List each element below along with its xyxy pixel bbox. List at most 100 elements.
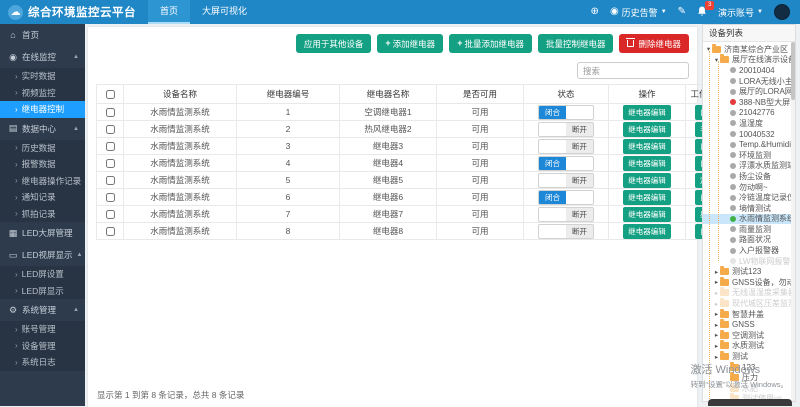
tree-node[interactable]: ▸ 空调测试 [703,329,795,341]
relay-state-toggle[interactable]: 闭合 [538,189,594,205]
relay-edit-button[interactable]: 继电器编辑 [623,104,671,120]
tree-node[interactable]: ▸ 水质测试 [703,340,795,352]
delete-relay-button[interactable]: 删除继电器 [619,34,689,53]
tree-node[interactable]: ▸ GNSS设备，勿动勿改 [703,276,795,288]
sidebar-subitem[interactable]: › 历史数据 [0,139,85,156]
tree-toggle-icon[interactable]: ▸ [713,353,720,361]
tree-toggle-icon[interactable]: ▾ [705,45,712,53]
relay-edit-button[interactable]: 继电器编辑 [623,223,671,239]
row-checkbox[interactable] [105,125,115,135]
add-relay-button[interactable]: + 添加继电器 [377,34,444,53]
select-all-checkbox[interactable] [105,90,115,100]
row-checkbox[interactable] [105,193,115,203]
sidebar-subitem[interactable]: › 通知记录 [0,189,85,206]
tree-node[interactable]: 墒情测试 [703,203,795,214]
tree-node[interactable]: 压力 [703,372,795,383]
sidebar-subitem[interactable]: › 抓拍记录 [0,205,85,222]
tree-node[interactable]: 冷链温度记录仪 [703,192,795,203]
tree-node[interactable]: ▾ 济南某综合产业区 [703,43,795,55]
relay-state-toggle[interactable]: 断开 [538,121,594,137]
relay-state-toggle[interactable]: 断开 [538,172,594,188]
sidebar-item-data-center[interactable]: ▤ 数据中心 ▲ [0,118,85,140]
notification-bell[interactable]: 3 [697,0,715,19]
tree-node[interactable]: ▾ 展厅在线演示设备（勿动） [703,54,795,66]
tree-node[interactable]: 展厅的LORA网关 [703,86,795,97]
sidebar-item-home[interactable]: ⌂ 首页 [0,24,85,46]
panel-scrollbar[interactable] [791,42,795,401]
relay-edit-button[interactable]: 继电器编辑 [623,138,671,154]
sidebar-subitem[interactable]: › 继电器操作记录 [0,172,85,189]
relay-edit-button[interactable]: 继电器编辑 [623,206,671,222]
relay-state-toggle[interactable]: 断开 [538,223,594,239]
tree-toggle-icon[interactable]: ▸ [713,268,720,276]
fullscreen-icon[interactable]: ⊕ [591,7,599,17]
relay-edit-button[interactable]: 继电器编辑 [623,189,671,205]
tree-toggle-icon[interactable]: ▸ [713,300,720,308]
sidebar-item-system-mgmt[interactable]: ⚙ 系统管理 ▲ [0,299,85,321]
tree-node[interactable]: 温湿度 [703,118,795,129]
tree-node[interactable]: 21042776 [703,108,795,119]
search-input[interactable] [577,62,689,79]
tree-node[interactable]: 水雨情监测系统 [703,213,795,225]
sidebar-item-online-monitor[interactable]: ◉ 在线监控 ▲ [0,46,85,68]
tree-node[interactable]: LW物联网报警器-1 [703,256,795,267]
tree-node[interactable]: 雨量监测 [703,224,795,235]
tree-node[interactable]: 123 [703,361,795,373]
batch-control-relay-button[interactable]: 批量控制继电器 [537,34,614,53]
tree-toggle-icon[interactable]: ▸ [713,321,720,329]
tree-toggle-icon[interactable]: ▸ [713,331,720,339]
batch-add-relay-button[interactable]: + 批量添加继电器 [449,34,532,53]
tree-toggle-icon[interactable]: ▸ [713,289,720,297]
tree-node[interactable]: 路面状况 [703,235,795,246]
tree-node[interactable]: LORA无线小主机 [703,76,795,87]
tree-node[interactable]: 20010404 [703,65,795,76]
avatar[interactable] [774,4,790,20]
tree-node[interactable]: 扬尘设备 [703,171,795,182]
tree-node[interactable]: ▸ 测试 [703,351,795,362]
relay-state-toggle[interactable]: 闭合 [538,155,594,171]
row-checkbox[interactable] [105,176,115,186]
sidebar-subitem[interactable]: › 实时数据 [0,68,85,85]
sidebar-subitem[interactable]: › LED屏显示 [0,282,85,299]
relay-edit-button[interactable]: 继电器编辑 [623,155,671,171]
alarm-dropdown[interactable]: ◉ 历史告警 ▼ [610,6,667,19]
apply-to-other-device-button[interactable]: 应用于其他设备 [295,34,372,53]
tree-node[interactable]: ▸ 智慧井盖 [703,308,795,320]
relay-state-toggle[interactable]: 闭合 [538,104,594,120]
scrollbar-thumb[interactable] [791,42,795,100]
tree-node[interactable]: 环境监测 [703,150,795,161]
row-checkbox[interactable] [105,227,115,237]
sidebar-subitem[interactable]: › 账号管理 [0,321,85,338]
sidebar-subitem[interactable]: › 继电器控制 [0,101,85,118]
tree-node[interactable]: ▸ 测试123 [703,266,795,277]
tree-node[interactable]: ▸ 现代城区压差监测小站（勿动） [703,298,795,309]
sidebar-subitem[interactable]: › 系统日志 [0,354,85,371]
tree-node[interactable]: ▸ GNSS [703,319,795,330]
relay-edit-button[interactable]: 继电器编辑 [623,172,671,188]
relay-state-toggle[interactable]: 断开 [538,138,594,154]
tree-node[interactable]: 水肥 [703,382,795,394]
relay-edit-button[interactable]: 继电器编辑 [623,121,671,137]
tree-node[interactable]: 388-NB型大屏温湿度 [703,97,795,108]
sidebar-subitem[interactable]: › 视频监控 [0,84,85,101]
tree-node[interactable]: ▸ 无线温湿度采集器1-101 [703,287,795,299]
tree-node[interactable]: 入户报警器 [703,245,795,256]
edit-icon[interactable]: ✎ [678,7,686,17]
tree-toggle-icon[interactable]: ▾ [713,56,720,64]
sidebar-subitem[interactable]: › LED屏设置 [0,266,85,283]
account-dropdown[interactable]: 演示账号 ▼ [718,6,763,19]
nav-item[interactable]: 首页 [148,0,191,24]
tree-toggle-icon[interactable]: ▸ [713,342,720,350]
row-checkbox[interactable] [105,210,115,220]
tree-toggle-icon[interactable]: ▸ [713,310,720,318]
sidebar-subitem[interactable]: › 设备管理 [0,337,85,354]
tree-node[interactable]: 10040532 [703,129,795,140]
tree-toggle-icon[interactable]: ▸ [713,278,720,286]
row-checkbox[interactable] [105,159,115,169]
tree-node[interactable]: Temp.&Humidity [703,139,795,150]
sidebar-subitem[interactable]: › 报警数据 [0,156,85,173]
row-checkbox[interactable] [105,142,115,152]
nav-item[interactable]: 大屏可视化 [190,0,259,24]
row-checkbox[interactable] [105,108,115,118]
relay-state-toggle[interactable]: 断开 [538,206,594,222]
